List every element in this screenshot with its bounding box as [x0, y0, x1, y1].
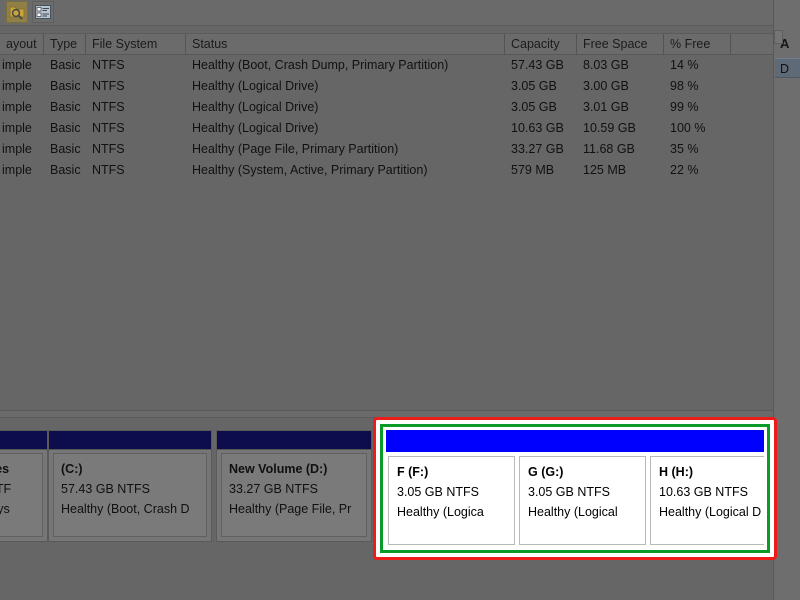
partition-h[interactable]: H (H:) 10.63 GB NTFS Healthy (Logical D: [648, 430, 764, 547]
table-row[interactable]: imple Basic NTFS Healthy (System, Active, P…: [0, 160, 773, 181]
partition-status: Healthy (Logical D: [659, 505, 762, 519]
partition-info: G (G:) 3.05 GB NTFS Healthy (Logical: [519, 456, 646, 545]
partition-g[interactable]: G (G:) 3.05 GB NTFS Healthy (Logical: [517, 430, 648, 547]
partition-capacity-bar: [648, 430, 764, 452]
partition-size: 33.27 GB NTFS: [229, 482, 318, 496]
actions-panel-item[interactable]: D: [775, 58, 800, 78]
highlight-annotation-box: F (F:) 3.05 GB NTFS Healthy (Logica G (G:) 3…: [373, 417, 777, 560]
partition-status: y (Sys: [0, 502, 10, 516]
column-header-status[interactable]: Status: [186, 34, 505, 55]
column-header-type[interactable]: Type: [44, 34, 86, 55]
partition-status: Healthy (Page File, Pr: [229, 502, 352, 516]
actions-panel-item-label: D: [780, 62, 790, 76]
partition-title: F (F:): [397, 465, 429, 479]
actions-panel: A D: [773, 0, 800, 600]
toolbar: [0, 0, 800, 26]
column-header-percentfree[interactable]: % Free: [664, 34, 731, 55]
partition-capacity-bar: [217, 431, 371, 450]
cell-status: Healthy (Logical Drive): [192, 79, 319, 93]
partition-capacity-bar: [386, 430, 517, 452]
partition-size: 3.05 GB NTFS: [528, 485, 610, 499]
partition-capacity-bar: [517, 430, 648, 452]
partition-info: H (H:) 10.63 GB NTFS Healthy (Logical D: [650, 456, 764, 545]
table-row[interactable]: imple Basic NTFS Healthy (Logical Drive) 3.0…: [0, 97, 773, 118]
partition-c[interactable]: (C:) 57.43 GB NTFS Healthy (Boot, Crash D: [48, 430, 212, 542]
column-header-capacity[interactable]: Capacity: [505, 34, 577, 55]
cell-percentfree: 100 %: [670, 121, 706, 135]
partition-title: G (G:): [528, 465, 564, 479]
cell-status: Healthy (Page File, Primary Partition): [192, 142, 399, 156]
partition-f[interactable]: F (F:) 3.05 GB NTFS Healthy (Logica: [386, 430, 517, 547]
partition-title: New Volume (D:): [229, 462, 328, 476]
partition-title: (C:): [61, 462, 83, 476]
partition-size: 3.05 GB NTFS: [397, 485, 479, 499]
column-header-freespace[interactable]: Free Space: [577, 34, 664, 55]
highlighted-partitions: F (F:) 3.05 GB NTFS Healthy (Logica G (G:) 3…: [386, 430, 764, 547]
table-row[interactable]: imple Basic NTFS Healthy (Logical Drive) 3.0…: [0, 76, 773, 97]
partition-size: 57.43 GB NTFS: [61, 482, 150, 496]
cell-status: Healthy (Logical Drive): [192, 121, 319, 135]
cell-status: Healthy (Logical Drive): [192, 100, 319, 114]
partition-status: Healthy (Logical: [528, 505, 618, 519]
partition-capacity-bar: [0, 431, 47, 450]
partition-title: H (H:): [659, 465, 694, 479]
partition-title: n Res: [0, 462, 10, 476]
column-header-filesystem[interactable]: File System: [86, 34, 186, 55]
partition-info: F (F:) 3.05 GB NTFS Healthy (Logica: [388, 456, 515, 545]
highlight-inner-border: F (F:) 3.05 GB NTFS Healthy (Logica G (G:) 3…: [380, 424, 770, 553]
partition-d-new-volume[interactable]: New Volume (D:) 33.27 GB NTFS Healthy (Pag…: [216, 430, 372, 542]
partition-info: n Res B NTF y (Sys: [0, 453, 43, 537]
column-header-spare[interactable]: [731, 34, 773, 55]
magnifier-icon[interactable]: [6, 1, 28, 23]
cell-status: Healthy (System, Active, Primary Partiti…: [192, 163, 428, 177]
cell-percentfree: 35 %: [670, 142, 699, 156]
cell-status: Healthy (Boot, Crash Dump, Primary Parti…: [192, 58, 449, 72]
table-row[interactable]: imple Basic NTFS Healthy (Page File, Primar…: [0, 139, 773, 160]
partition-size: 10.63 GB NTFS: [659, 485, 748, 499]
volume-list-body: imple Basic NTFS Healthy (Boot, Crash Dump,…: [0, 55, 773, 410]
partition-status: Healthy (Logica: [397, 505, 484, 519]
scrollbar-thumb[interactable]: [774, 30, 783, 44]
partition-info: New Volume (D:) 33.27 GB NTFS Healthy (Pag…: [221, 453, 367, 537]
partition-size: B NTF: [0, 482, 12, 496]
partition-capacity-bar: [49, 431, 211, 450]
table-row[interactable]: imple Basic NTFS Healthy (Logical Drive) 10.…: [0, 118, 773, 139]
cell-percentfree: 14 %: [670, 58, 699, 72]
disk-management-window: ayout Type File System Status Capacity Free S…: [0, 0, 800, 600]
column-header-layout[interactable]: ayout: [0, 34, 44, 55]
cell-percentfree: 98 %: [670, 79, 699, 93]
cell-percentfree: 22 %: [670, 163, 699, 177]
partition-system-reserved[interactable]: n Res B NTF y (Sys: [0, 430, 48, 542]
partition-status: Healthy (Boot, Crash D: [61, 502, 190, 516]
properties-list-icon[interactable]: [32, 1, 54, 23]
table-row[interactable]: imple Basic NTFS Healthy (Boot, Crash Dump,…: [0, 55, 773, 76]
volume-list-header: ayout Type File System Status Capacity Free S…: [0, 33, 773, 55]
cell-percentfree: 99 %: [670, 100, 699, 114]
partition-info: (C:) 57.43 GB NTFS Healthy (Boot, Crash D: [53, 453, 207, 537]
